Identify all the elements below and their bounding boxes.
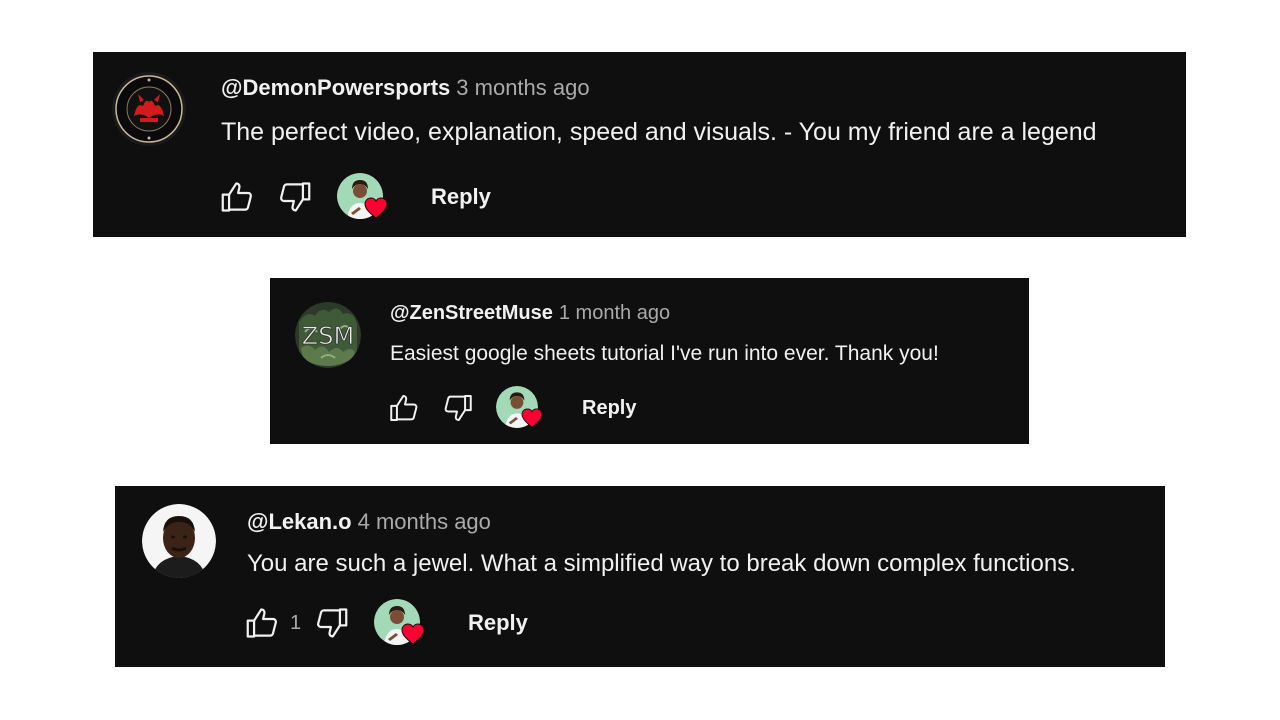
commenter-avatar[interactable]: ZSM — [295, 302, 361, 368]
zsm-logo-icon: ZSM — [295, 302, 361, 368]
comment-text: Easiest google sheets tutorial I've run … — [390, 342, 939, 365]
commenter-avatar[interactable] — [142, 504, 216, 578]
comment-text: The perfect video, explanation, speed an… — [221, 118, 1097, 146]
heart-icon — [521, 408, 543, 428]
comment-actions: Reply — [217, 173, 491, 221]
commenter-handle[interactable]: @Lekan.o — [247, 509, 352, 534]
commenter-handle[interactable]: @DemonPowersports — [221, 75, 450, 100]
creator-heart-badge — [374, 599, 426, 647]
comment-header: @ZenStreetMuse 1 month ago — [390, 302, 670, 325]
dislike-button[interactable] — [312, 603, 352, 643]
comment-header: @Lekan.o 4 months ago — [247, 509, 491, 535]
comment-timestamp[interactable]: 3 months ago — [456, 75, 589, 100]
reply-button[interactable]: Reply — [431, 184, 491, 210]
comment-text: You are such a jewel. What a simplified … — [247, 550, 1076, 577]
reply-button[interactable]: Reply — [582, 397, 636, 420]
thumbs-up-icon — [246, 608, 277, 638]
thumbs-up-icon — [221, 182, 252, 212]
comment-timestamp[interactable]: 4 months ago — [358, 509, 491, 534]
svg-text:ZSM: ZSM — [302, 322, 354, 350]
dislike-button[interactable] — [275, 177, 315, 217]
heart-icon — [364, 197, 388, 219]
reply-button[interactable]: Reply — [468, 610, 528, 636]
thumbs-up-icon — [390, 394, 418, 422]
thumbs-down-icon — [317, 608, 348, 638]
creator-heart-badge — [337, 173, 389, 221]
commenter-avatar[interactable] — [112, 72, 186, 146]
like-count: 1 — [290, 611, 302, 634]
thumbs-down-icon — [444, 394, 472, 422]
like-button[interactable] — [386, 390, 422, 426]
like-button[interactable] — [242, 603, 282, 643]
creator-heart-badge — [496, 386, 544, 430]
comment-actions: 1 Reply — [242, 599, 528, 647]
comment-card: @DemonPowersports 3 months ago The perfec… — [93, 52, 1186, 237]
dislike-button[interactable] — [440, 390, 476, 426]
comment-actions: Reply — [386, 386, 636, 430]
heart-icon — [401, 623, 425, 645]
demon-powersports-logo-icon — [112, 72, 186, 146]
comment-card: @Lekan.o 4 months ago You are such a jewe… — [115, 486, 1165, 667]
comment-timestamp[interactable]: 1 month ago — [559, 302, 670, 324]
thumbs-down-icon — [280, 182, 311, 212]
commenter-handle[interactable]: @ZenStreetMuse — [390, 302, 553, 324]
user-photo-icon — [142, 504, 216, 578]
comment-header: @DemonPowersports 3 months ago — [221, 75, 590, 101]
like-button[interactable] — [217, 177, 257, 217]
comment-card: ZSM @ZenStreetMuse 1 month ago Easiest go… — [270, 278, 1029, 444]
